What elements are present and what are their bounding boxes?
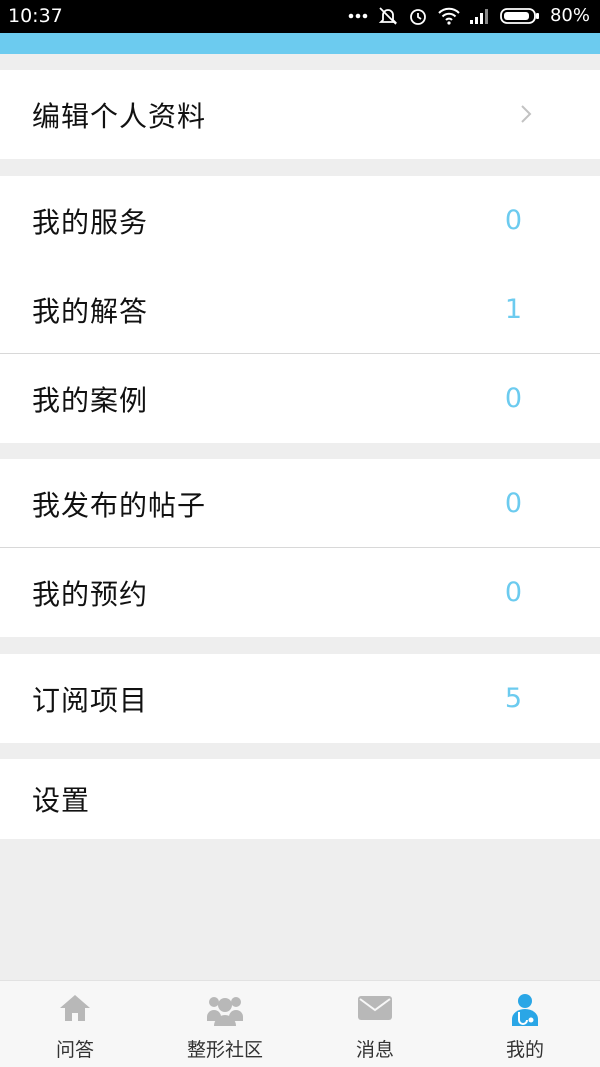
- tab-label: 问答: [55, 1039, 94, 1061]
- status-icons: 80%: [348, 5, 590, 26]
- menu-item-count: 0: [504, 383, 522, 414]
- menu-item-edit-profile[interactable]: 编辑个人资料: [0, 70, 600, 159]
- community-icon: [206, 993, 244, 1031]
- menu-item-count: 0: [504, 205, 522, 236]
- menu-group-profile: 编辑个人资料: [0, 70, 600, 159]
- bottom-tab-bar: 问答 整形社区 消息 我的: [0, 980, 600, 1067]
- menu-group-posts: 我发布的帖子 0 我的预约 0: [0, 459, 600, 637]
- menu-item-label: 我发布的帖子: [32, 488, 207, 522]
- tab-community[interactable]: 整形社区: [150, 981, 300, 1067]
- doctor-profile-icon: [510, 993, 540, 1031]
- battery-icon: [500, 7, 540, 25]
- battery-level: 80%: [549, 5, 590, 26]
- tab-label: 整形社区: [186, 1039, 263, 1061]
- signal-icon: [469, 8, 490, 24]
- chevron-right-icon: [520, 104, 532, 128]
- menu-item-label: 我的服务: [32, 205, 149, 239]
- tab-qa[interactable]: 问答: [0, 981, 150, 1067]
- envelope-icon: [357, 993, 393, 1027]
- tab-messages[interactable]: 消息: [300, 981, 450, 1067]
- mute-bell-icon: [378, 6, 398, 26]
- menu-item-subscribed-projects[interactable]: 订阅项目 5: [0, 654, 600, 743]
- menu-item-count: 5: [504, 683, 522, 714]
- menu-group-settings: 设置: [0, 759, 600, 839]
- tab-mine[interactable]: 我的: [450, 981, 600, 1067]
- more-dots-icon: [348, 13, 368, 19]
- menu-item-label: 设置: [32, 784, 91, 817]
- menu-item-count: 1: [504, 294, 522, 325]
- status-bar: 10:37 80%: [0, 0, 600, 33]
- menu-item-count: 0: [504, 488, 522, 519]
- menu-item-my-posts[interactable]: 我发布的帖子 0: [0, 459, 600, 548]
- menu-group-subscriptions: 订阅项目 5: [0, 654, 600, 743]
- menu-group-services: 我的服务 0 我的解答 1 我的案例 0: [0, 176, 600, 443]
- tab-label: 消息: [355, 1039, 394, 1061]
- menu-item-my-answers[interactable]: 我的解答 1: [0, 265, 600, 354]
- menu-item-label: 编辑个人资料: [32, 99, 207, 133]
- menu-item-settings[interactable]: 设置: [0, 759, 600, 839]
- menu-item-label: 我的解答: [32, 294, 149, 328]
- wifi-icon: [438, 7, 460, 25]
- header-accent-bar: [0, 33, 600, 54]
- menu-item-count: 0: [504, 577, 522, 608]
- alarm-icon: [408, 6, 428, 26]
- menu-item-label: 我的预约: [32, 577, 149, 611]
- menu-item-label: 订阅项目: [32, 683, 149, 717]
- tab-label: 我的: [505, 1039, 544, 1061]
- menu-item-label: 我的案例: [32, 383, 149, 417]
- home-icon: [58, 993, 92, 1027]
- status-time: 10:37: [8, 5, 63, 27]
- menu-item-my-cases[interactable]: 我的案例 0: [0, 354, 600, 443]
- menu-item-my-services[interactable]: 我的服务 0: [0, 176, 600, 265]
- menu-item-my-appointments[interactable]: 我的预约 0: [0, 548, 600, 637]
